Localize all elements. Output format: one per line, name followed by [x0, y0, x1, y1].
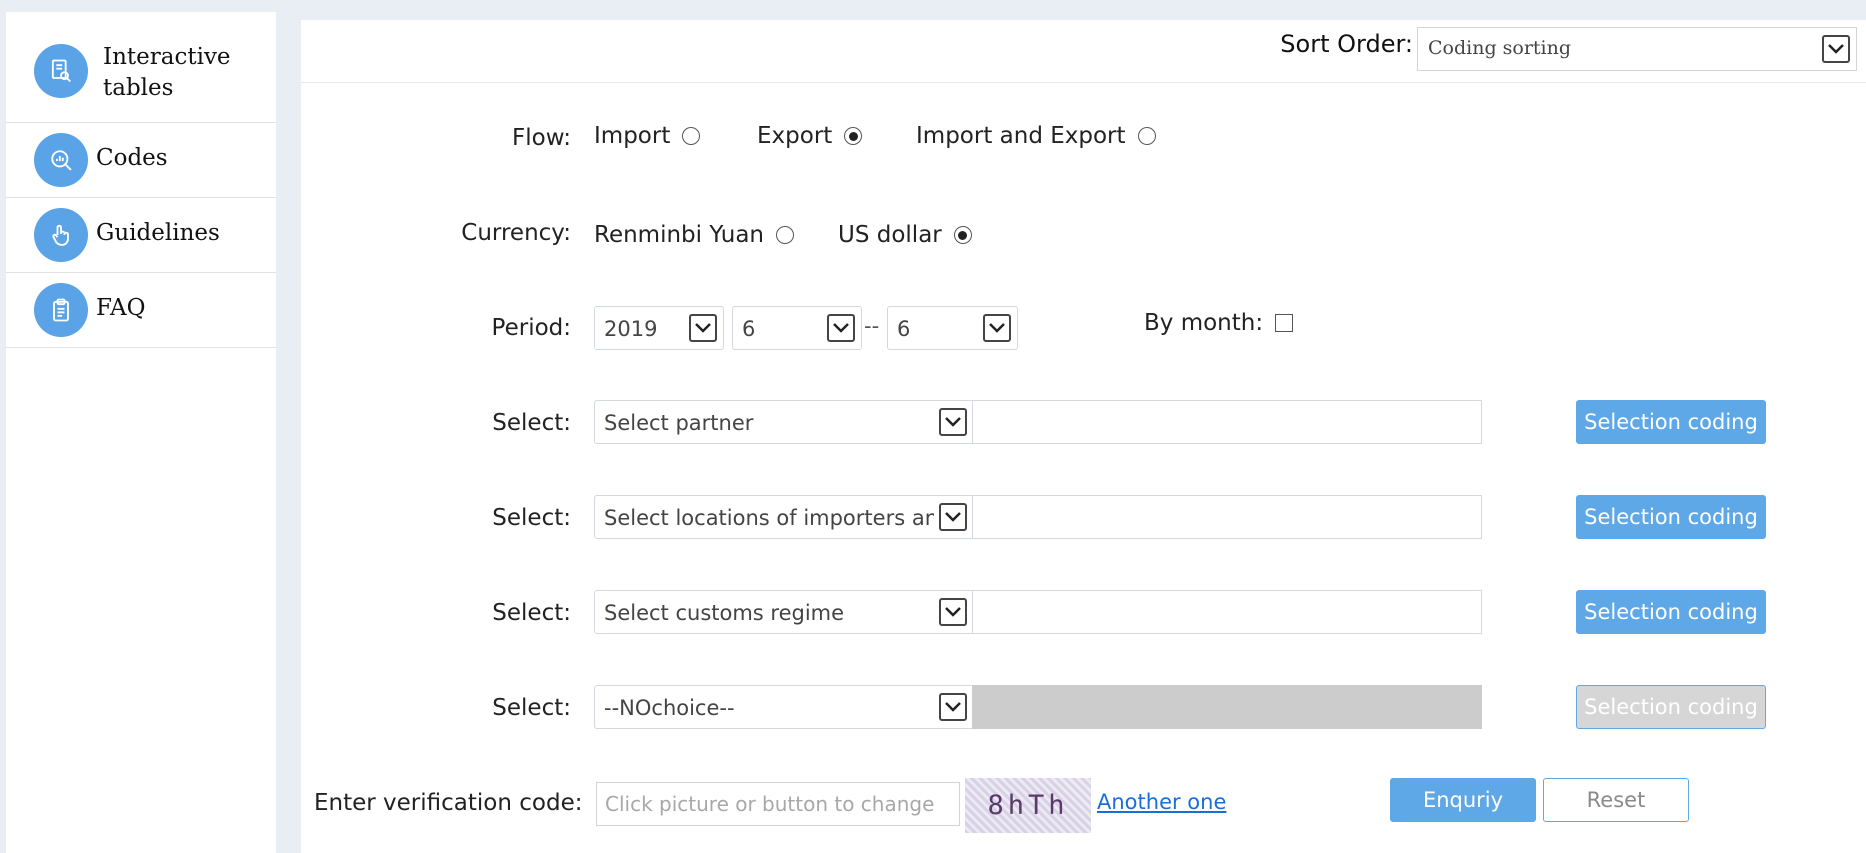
- verification-code-field[interactable]: [596, 782, 960, 826]
- verification-label: Enter verification code:: [314, 790, 583, 816]
- sort-order-value: Coding sorting: [1428, 37, 1572, 59]
- partner-selection-coding-button[interactable]: Selection coding: [1576, 400, 1766, 444]
- sidebar-item-guidelines[interactable]: Guidelines: [6, 198, 276, 273]
- currency-rmb-radio[interactable]: [776, 226, 795, 244]
- importer-locations-text-field[interactable]: [972, 495, 1482, 539]
- currency-option-label: Renminbi Yuan: [594, 222, 765, 248]
- sidebar-item-label: Codes: [96, 145, 168, 171]
- currency-option-rmb[interactable]: Renminbi Yuan: [594, 222, 795, 248]
- customs-regime-text-field[interactable]: [972, 590, 1482, 634]
- period-from-month-value: 6: [742, 317, 756, 341]
- chevron-down-icon[interactable]: [939, 693, 967, 721]
- fourth-text-field-disabled: [972, 685, 1482, 729]
- captcha-text: 8hTh: [987, 790, 1069, 821]
- customs-regime-selection-coding-button[interactable]: Selection coding: [1576, 590, 1766, 634]
- sidebar-label-line1: Interactive: [103, 44, 231, 70]
- flow-option-label: Import and Export: [916, 123, 1126, 149]
- chevron-down-icon[interactable]: [689, 314, 717, 342]
- flow-option-label: Export: [757, 123, 833, 149]
- chevron-down-icon[interactable]: [939, 598, 967, 626]
- currency-option-label: US dollar: [838, 222, 942, 248]
- flow-label: Flow:: [512, 125, 571, 151]
- sidebar-item-label: Interactive tables: [103, 42, 231, 104]
- flow-option-export[interactable]: Export: [757, 123, 863, 149]
- chevron-down-icon[interactable]: [983, 314, 1011, 342]
- currency-label: Currency:: [461, 220, 571, 246]
- by-month-label: By month:: [1144, 310, 1264, 336]
- customs-regime-value: Select customs regime: [604, 601, 845, 625]
- chevron-down-icon[interactable]: [827, 314, 855, 342]
- chevron-down-icon[interactable]: [939, 503, 967, 531]
- period-separator: --: [864, 314, 880, 338]
- another-one-link[interactable]: Another one: [1097, 790, 1226, 814]
- fourth-select[interactable]: --NOchoice--: [594, 685, 974, 729]
- partner-select-value: Select partner: [604, 411, 754, 435]
- chevron-down-icon[interactable]: [939, 408, 967, 436]
- select-label: Select:: [492, 505, 571, 531]
- partner-text-field[interactable]: [972, 400, 1482, 444]
- select-label: Select:: [492, 600, 571, 626]
- by-month-checkbox[interactable]: [1275, 314, 1293, 332]
- sort-order-select[interactable]: Coding sorting: [1417, 27, 1857, 71]
- currency-option-usd[interactable]: US dollar: [838, 222, 972, 248]
- flow-import-and-export-radio[interactable]: [1137, 127, 1156, 145]
- fourth-select-value: --NOchoice--: [604, 696, 735, 720]
- hand-pointer-icon: [34, 208, 88, 262]
- select-label: Select:: [492, 695, 571, 721]
- sidebar-item-label: FAQ: [96, 295, 146, 321]
- clipboard-icon: [34, 283, 88, 337]
- chart-search-icon: [34, 133, 88, 187]
- flow-option-label: Import: [594, 123, 671, 149]
- select-label: Select:: [492, 410, 571, 436]
- period-label: Period:: [491, 315, 571, 341]
- importer-locations-selection-coding-button[interactable]: Selection coding: [1576, 495, 1766, 539]
- sidebar: Interactive tables Codes Guidelines FAQ: [6, 12, 276, 853]
- period-to-month-value: 6: [897, 317, 911, 341]
- sidebar-item-interactive-tables[interactable]: Interactive tables: [6, 12, 276, 123]
- topbar: Sort Order: Coding sorting: [301, 20, 1866, 83]
- sidebar-item-codes[interactable]: Codes: [6, 123, 276, 198]
- reset-button[interactable]: Reset: [1543, 778, 1689, 822]
- importer-locations-select[interactable]: Select locations of importers an: [594, 495, 974, 539]
- verification-code-input[interactable]: [597, 783, 959, 825]
- period-year-select[interactable]: 2019: [594, 306, 724, 350]
- flow-export-radio[interactable]: [844, 127, 863, 145]
- fourth-selection-coding-button-disabled: Selection coding: [1576, 685, 1766, 729]
- importer-locations-value: Select locations of importers an: [604, 506, 934, 530]
- flow-import-radio[interactable]: [682, 127, 701, 145]
- main-panel: Sort Order: Coding sorting Flow: Import …: [301, 20, 1866, 853]
- sidebar-label-line2: tables: [103, 75, 174, 101]
- period-from-month-select[interactable]: 6: [732, 306, 862, 350]
- customs-regime-select[interactable]: Select customs regime: [594, 590, 974, 634]
- chevron-down-icon[interactable]: [1822, 35, 1850, 63]
- enquiry-button[interactable]: Enquriy: [1390, 778, 1536, 822]
- partner-select[interactable]: Select partner: [594, 400, 974, 444]
- period-to-month-select[interactable]: 6: [887, 306, 1018, 350]
- flow-option-import-and-export[interactable]: Import and Export: [916, 123, 1156, 149]
- sidebar-item-label: Guidelines: [96, 220, 220, 246]
- document-search-icon: [34, 44, 88, 98]
- sort-order-label: Sort Order:: [1280, 30, 1413, 58]
- period-year-value: 2019: [604, 317, 658, 341]
- captcha-image[interactable]: 8hTh: [965, 778, 1091, 833]
- currency-usd-radio[interactable]: [953, 226, 972, 244]
- sidebar-item-faq[interactable]: FAQ: [6, 273, 276, 348]
- flow-option-import[interactable]: Import: [594, 123, 701, 149]
